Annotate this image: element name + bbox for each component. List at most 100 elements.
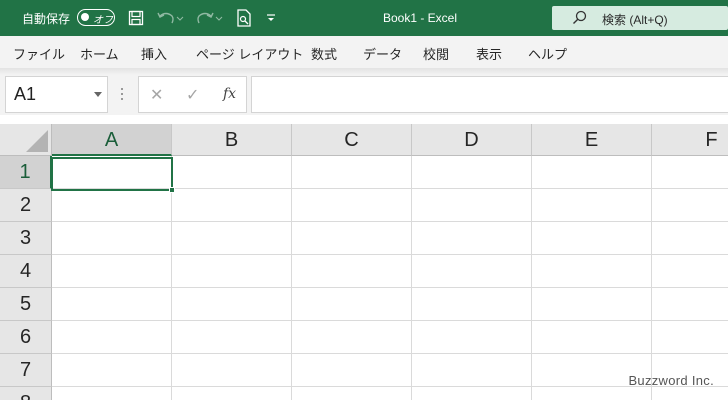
cell-d6[interactable]: [412, 321, 532, 354]
column-header-e[interactable]: E: [532, 124, 652, 156]
column-header-f[interactable]: F: [652, 124, 728, 156]
tab-file[interactable]: ファイル: [13, 44, 65, 63]
cell-a3[interactable]: [52, 222, 172, 255]
autosave-state: オフ: [93, 15, 113, 26]
cell-d4[interactable]: [412, 255, 532, 288]
toggle-knob: [81, 13, 89, 21]
cell-d1[interactable]: [412, 156, 532, 189]
print-preview-icon: [237, 9, 251, 27]
cell-c5[interactable]: [292, 288, 412, 321]
customize-qat-button[interactable]: [264, 8, 278, 28]
search-icon: [573, 10, 587, 24]
title-bar: 自動保存 オフ Book1 - Excel 検索 (Alt+Q): [0, 0, 728, 36]
cell-a2[interactable]: [52, 189, 172, 222]
cell-f4[interactable]: [652, 255, 728, 288]
cell-f1[interactable]: [652, 156, 728, 189]
fill-handle[interactable]: [169, 187, 175, 193]
cell-e4[interactable]: [532, 255, 652, 288]
cell-e1[interactable]: [532, 156, 652, 189]
ribbon-tabs: ファイル ホーム 挿入 ページ レイアウト 数式 データ 校閲 表示 ヘルプ: [0, 36, 728, 68]
cell-c2[interactable]: [292, 189, 412, 222]
row-header-5[interactable]: 5: [0, 288, 52, 321]
column-header-b[interactable]: B: [172, 124, 292, 156]
tab-page-layout[interactable]: ページ レイアウト: [196, 44, 303, 63]
row-header-3[interactable]: 3: [0, 222, 52, 255]
cell-c3[interactable]: [292, 222, 412, 255]
chevron-down-icon[interactable]: [94, 92, 102, 97]
cell-c1[interactable]: [292, 156, 412, 189]
row-header-7[interactable]: 7: [0, 354, 52, 387]
search-text: 検索 (Alt+Q): [602, 13, 668, 27]
cell-d8[interactable]: [412, 387, 532, 400]
cell-d5[interactable]: [412, 288, 532, 321]
column-header-c[interactable]: C: [292, 124, 412, 156]
tab-insert[interactable]: 挿入: [141, 44, 167, 63]
resize-handle-icon[interactable]: [121, 88, 124, 102]
cell-b5[interactable]: [172, 288, 292, 321]
cell-f2[interactable]: [652, 189, 728, 222]
row-header-1[interactable]: 1: [0, 156, 52, 189]
enter-button[interactable]: ✓: [186, 85, 199, 105]
tab-formulas[interactable]: 数式: [311, 44, 337, 63]
cell-e5[interactable]: [532, 288, 652, 321]
cell-d7[interactable]: [412, 354, 532, 387]
cell-d2[interactable]: [412, 189, 532, 222]
cell-d3[interactable]: [412, 222, 532, 255]
cell-e3[interactable]: [532, 222, 652, 255]
tab-home[interactable]: ホーム: [80, 44, 119, 63]
cell-f3[interactable]: [652, 222, 728, 255]
tab-review[interactable]: 校閲: [423, 44, 449, 63]
select-all-icon: [26, 130, 48, 152]
cell-a5[interactable]: [52, 288, 172, 321]
cancel-button[interactable]: ✕: [150, 85, 163, 105]
tab-view[interactable]: 表示: [476, 44, 502, 63]
redo-button[interactable]: [193, 8, 225, 28]
cell-c7[interactable]: [292, 354, 412, 387]
active-cell-a1[interactable]: [51, 157, 173, 191]
cell-e8[interactable]: [532, 387, 652, 400]
cell-b2[interactable]: [172, 189, 292, 222]
autosave-label: 自動保存: [22, 12, 71, 26]
cell-e2[interactable]: [532, 189, 652, 222]
name-box[interactable]: A1: [5, 76, 108, 113]
undo-icon: [157, 12, 184, 24]
row-header-8[interactable]: 8: [0, 387, 52, 400]
cell-f5[interactable]: [652, 288, 728, 321]
cell-a8[interactable]: [52, 387, 172, 400]
tab-data[interactable]: データ: [363, 44, 402, 63]
insert-function-button[interactable]: fx: [223, 86, 236, 102]
cell-b6[interactable]: [172, 321, 292, 354]
tab-help[interactable]: ヘルプ: [528, 44, 567, 63]
cell-c8[interactable]: [292, 387, 412, 400]
name-box-value: A1: [14, 84, 37, 104]
cell-e6[interactable]: [532, 321, 652, 354]
cell-b8[interactable]: [172, 387, 292, 400]
redo-icon: [197, 12, 223, 24]
cell-b4[interactable]: [172, 255, 292, 288]
cell-f6[interactable]: [652, 321, 728, 354]
worksheet-grid[interactable]: A B C D E F 1 2 3 4 5 6 7 8: [0, 124, 728, 400]
save-button[interactable]: [126, 8, 146, 28]
formula-buttons: ✕ ✓ fx: [138, 76, 247, 113]
cell-b7[interactable]: [172, 354, 292, 387]
cell-c6[interactable]: [292, 321, 412, 354]
cell-a4[interactable]: [52, 255, 172, 288]
cell-a7[interactable]: [52, 354, 172, 387]
search-box[interactable]: 検索 (Alt+Q): [552, 6, 728, 30]
cell-b1[interactable]: [172, 156, 292, 189]
customize-qat-icon: [267, 14, 275, 21]
cell-a6[interactable]: [52, 321, 172, 354]
row-header-6[interactable]: 6: [0, 321, 52, 354]
row-header-4[interactable]: 4: [0, 255, 52, 288]
cell-b3[interactable]: [172, 222, 292, 255]
cell-c4[interactable]: [292, 255, 412, 288]
formula-input[interactable]: [251, 76, 728, 113]
column-header-d[interactable]: D: [412, 124, 532, 156]
undo-button[interactable]: [155, 8, 185, 28]
select-all-button[interactable]: [0, 124, 52, 156]
autosave-toggle[interactable]: オフ: [77, 9, 115, 26]
print-preview-button[interactable]: [234, 8, 254, 28]
cell-f8[interactable]: [652, 387, 728, 400]
column-header-a[interactable]: A: [52, 124, 172, 156]
row-header-2[interactable]: 2: [0, 189, 52, 222]
